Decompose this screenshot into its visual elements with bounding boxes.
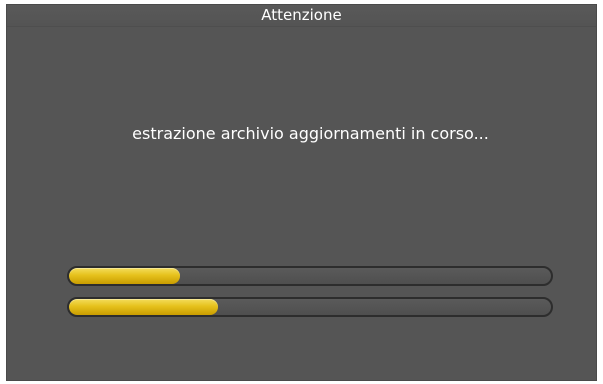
overall-progress-bar [67,297,553,317]
dialog-titlebar: Attenzione [7,5,596,27]
attention-dialog: Attenzione estrazione archivio aggiornam… [7,5,596,380]
extraction-progress-bar [67,266,553,286]
status-message: estrazione archivio aggiornamenti in cor… [132,124,489,143]
overall-progress-fill [69,299,219,315]
extraction-progress-fill [69,268,180,284]
dialog-title: Attenzione [261,6,342,24]
